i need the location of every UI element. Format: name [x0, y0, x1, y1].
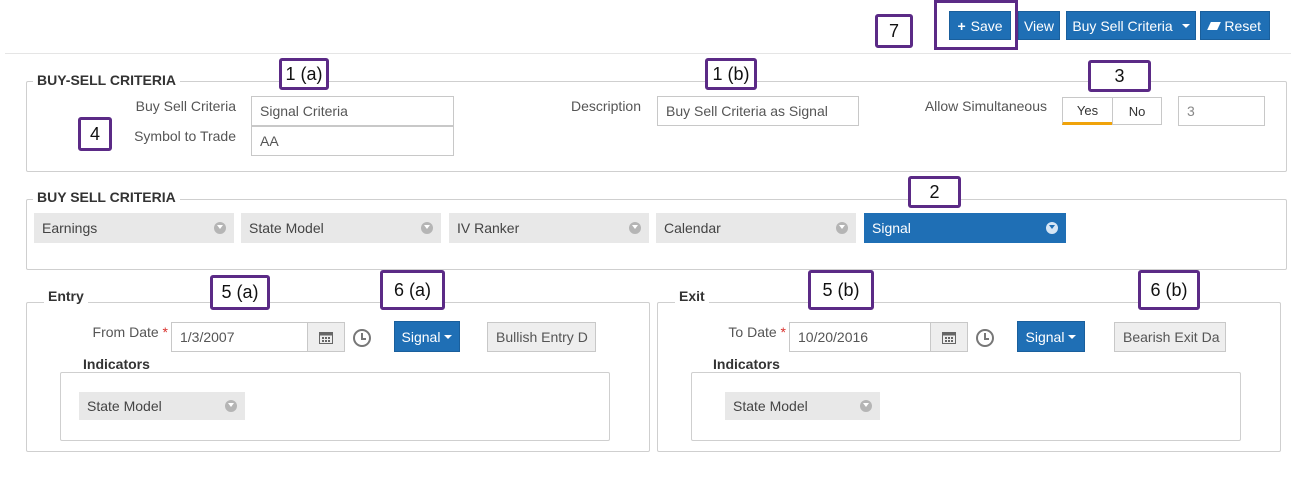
- tab-state-model[interactable]: State Model: [241, 213, 441, 243]
- annotation-7: 7: [875, 14, 913, 48]
- entry-signal-name: Bullish Entry D: [487, 322, 596, 352]
- tab-iv-ranker[interactable]: IV Ranker: [449, 213, 649, 243]
- allow-count-input[interactable]: 3: [1178, 96, 1265, 126]
- annotation-6a: 6 (a): [380, 270, 445, 310]
- description-input[interactable]: Buy Sell Criteria as Signal: [657, 96, 859, 126]
- buy-sell-criteria-input[interactable]: Signal Criteria: [251, 96, 454, 126]
- annotation-5a: 5 (a): [210, 275, 270, 310]
- to-date-input[interactable]: 10/20/2016: [789, 322, 931, 352]
- annotation-5b: 5 (b): [808, 270, 874, 310]
- section1-legend: BUY-SELL CRITERIA: [33, 72, 180, 88]
- clock-icon[interactable]: [976, 329, 994, 347]
- entry-signal-button[interactable]: Signal: [394, 321, 460, 352]
- buy-sell-criteria-fieldset: [26, 81, 1287, 172]
- caret-down-icon: [1181, 23, 1190, 28]
- tab-earnings[interactable]: Earnings: [34, 213, 234, 243]
- annotation-3: 3: [1088, 60, 1151, 92]
- from-date-label: From Date *: [92, 324, 168, 340]
- chevron-down-icon: [225, 400, 237, 412]
- exit-indicator-state-model[interactable]: State Model: [725, 392, 880, 420]
- entry-indicator-state-model[interactable]: State Model: [79, 392, 245, 420]
- toolbar-divider: [5, 53, 1291, 54]
- symbol-label: Symbol to Trade: [134, 128, 236, 144]
- required-mark: *: [162, 324, 168, 340]
- view-button[interactable]: View: [1018, 11, 1060, 40]
- allow-yes-toggle[interactable]: Yes: [1062, 97, 1113, 125]
- symbol-input[interactable]: AA: [251, 126, 454, 156]
- section2-legend: BUY SELL CRITERIA: [33, 189, 180, 205]
- annotation-4: 4: [78, 117, 112, 151]
- tab-signal[interactable]: Signal: [864, 213, 1066, 243]
- to-date-label: To Date *: [728, 324, 786, 340]
- entry-legend: Entry: [44, 288, 88, 304]
- clock-icon[interactable]: [353, 329, 371, 347]
- entry-indicators-legend: Indicators: [79, 356, 154, 372]
- reset-button[interactable]: Reset: [1200, 11, 1270, 40]
- caret-down-icon: [444, 334, 453, 339]
- buy-sell-criteria-dropdown-button[interactable]: Buy Sell Criteria: [1066, 11, 1196, 40]
- from-date-input[interactable]: 1/3/2007: [171, 322, 308, 352]
- annotation-2: 2: [908, 176, 961, 208]
- annotation-6b: 6 (b): [1138, 270, 1200, 310]
- exit-signal-button[interactable]: Signal: [1017, 321, 1085, 352]
- allow-no-toggle[interactable]: No: [1112, 97, 1162, 125]
- exit-indicators-legend: Indicators: [709, 356, 784, 372]
- chevron-down-icon: [836, 222, 848, 234]
- exit-signal-name: Bearish Exit Da: [1114, 322, 1226, 352]
- calendar-icon[interactable]: [930, 322, 968, 352]
- chevron-down-icon: [214, 222, 226, 234]
- buy-sell-criteria-label: Buy Sell Criteria: [135, 98, 236, 114]
- chevron-down-icon: [860, 400, 872, 412]
- chevron-down-icon: [1046, 222, 1058, 234]
- eraser-icon: [1207, 21, 1222, 30]
- save-button[interactable]: + Save: [949, 11, 1011, 40]
- required-mark: *: [780, 324, 786, 340]
- allow-simultaneous-label: Allow Simultaneous: [924, 98, 1047, 114]
- chevron-down-icon: [629, 222, 641, 234]
- chevron-down-icon: [421, 222, 433, 234]
- exit-legend: Exit: [675, 288, 709, 304]
- annotation-1a: 1 (a): [279, 58, 329, 90]
- caret-down-icon: [1068, 334, 1077, 339]
- plus-icon: +: [957, 17, 966, 34]
- description-label: Description: [570, 98, 641, 114]
- calendar-icon[interactable]: [307, 322, 345, 352]
- annotation-1b: 1 (b): [705, 58, 757, 90]
- tab-calendar[interactable]: Calendar: [656, 213, 856, 243]
